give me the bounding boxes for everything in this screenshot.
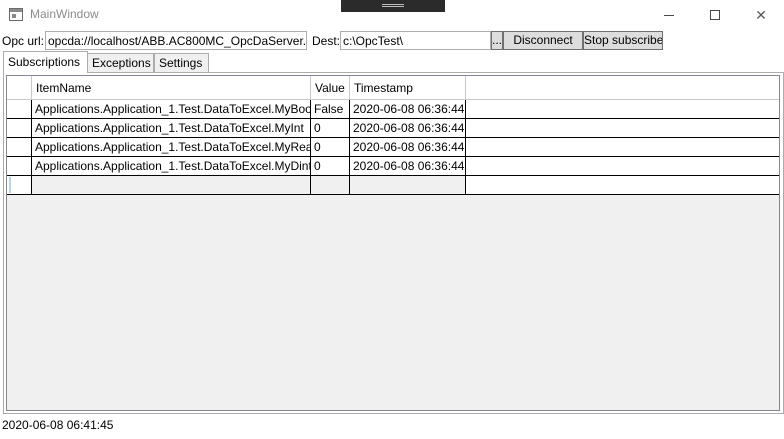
cell-timestamp[interactable] xyxy=(350,176,466,194)
stop-subscribe-button[interactable]: Stop subscribe xyxy=(583,31,663,50)
table-row[interactable]: Applications.Application_1.Test.DataToEx… xyxy=(7,157,779,176)
grid-rows: Applications.Application_1.Test.DataToEx… xyxy=(7,100,779,195)
grid-header: ItemName Value Timestamp xyxy=(7,76,779,100)
cell-filler xyxy=(466,176,779,194)
row-header[interactable] xyxy=(7,176,32,194)
select-all-header[interactable] xyxy=(7,76,32,100)
disconnect-button[interactable]: Disconnect xyxy=(503,31,583,50)
cell-itemname[interactable]: Applications.Application_1.Test.DataToEx… xyxy=(32,157,311,175)
subscriptions-grid[interactable]: ItemName Value Timestamp Applications.Ap… xyxy=(6,75,780,411)
minimize-button[interactable] xyxy=(646,0,692,30)
title-bar[interactable]: MainWindow ✕ xyxy=(0,0,784,30)
maximize-icon xyxy=(710,10,720,20)
minimize-icon xyxy=(664,14,674,16)
opc-url-input[interactable]: opcda://localhost/ABB.AC800MC_OpcDaServe… xyxy=(45,31,307,50)
cell-timestamp[interactable]: 2020-06-08 06:36:44 xyxy=(350,100,466,118)
table-row[interactable]: Applications.Application_1.Test.DataToEx… xyxy=(7,138,779,157)
cell-value[interactable]: 0 xyxy=(311,138,350,156)
column-header-timestamp[interactable]: Timestamp xyxy=(350,76,466,100)
cell-timestamp[interactable]: 2020-06-08 06:36:44 xyxy=(350,119,466,137)
tab-subscriptions[interactable]: Subscriptions xyxy=(3,51,88,73)
cell-itemname[interactable]: Applications.Application_1.Test.DataToEx… xyxy=(32,138,311,156)
close-button[interactable]: ✕ xyxy=(738,0,784,30)
cell-value[interactable]: 0 xyxy=(311,119,350,137)
window-app-icon xyxy=(9,8,23,21)
connection-toolbar: Opc url: opcda://localhost/ABB.AC800MC_O… xyxy=(0,30,784,51)
row-header[interactable] xyxy=(7,138,32,156)
browse-button[interactable]: ... xyxy=(491,31,503,50)
cell-value[interactable] xyxy=(311,176,350,194)
tab-strip: Subscriptions Exceptions Settings xyxy=(0,51,784,73)
new-row-marker xyxy=(9,177,11,193)
window-title: MainWindow xyxy=(30,7,99,21)
opc-url-label: Opc url: xyxy=(2,34,45,48)
table-row[interactable]: Applications.Application_1.Test.DataToEx… xyxy=(7,119,779,138)
close-icon: ✕ xyxy=(755,6,767,23)
cell-filler xyxy=(466,138,779,156)
status-timestamp: 2020-06-08 06:41:45 xyxy=(2,418,114,432)
tab-settings[interactable]: Settings xyxy=(154,53,209,73)
subscriptions-panel: ItemName Value Timestamp Applications.Ap… xyxy=(3,72,784,414)
cell-itemname[interactable]: Applications.Application_1.Test.DataToEx… xyxy=(32,100,311,118)
cell-itemname[interactable] xyxy=(32,176,311,194)
column-header-value[interactable]: Value xyxy=(311,76,350,100)
dest-label: Dest: xyxy=(312,34,341,48)
cell-timestamp[interactable]: 2020-06-08 06:36:44 xyxy=(350,157,466,175)
cell-filler xyxy=(466,157,779,175)
drag-grip-handle[interactable] xyxy=(341,0,445,12)
dest-input[interactable]: c:\OpcTest\ xyxy=(340,31,491,50)
cell-timestamp[interactable]: 2020-06-08 06:36:44 xyxy=(350,138,466,156)
cell-filler xyxy=(466,119,779,137)
table-row[interactable]: Applications.Application_1.Test.DataToEx… xyxy=(7,100,779,119)
tab-exceptions[interactable]: Exceptions xyxy=(87,53,154,73)
maximize-button[interactable] xyxy=(692,0,738,30)
column-header-itemname[interactable]: ItemName xyxy=(32,76,311,100)
new-item-row[interactable] xyxy=(7,176,779,195)
cell-itemname[interactable]: Applications.Application_1.Test.DataToEx… xyxy=(32,119,311,137)
row-header[interactable] xyxy=(7,100,32,118)
row-header[interactable] xyxy=(7,157,32,175)
cell-value[interactable]: 0 xyxy=(311,157,350,175)
cell-filler xyxy=(466,100,779,118)
cell-value[interactable]: False xyxy=(311,100,350,118)
row-header[interactable] xyxy=(7,119,32,137)
